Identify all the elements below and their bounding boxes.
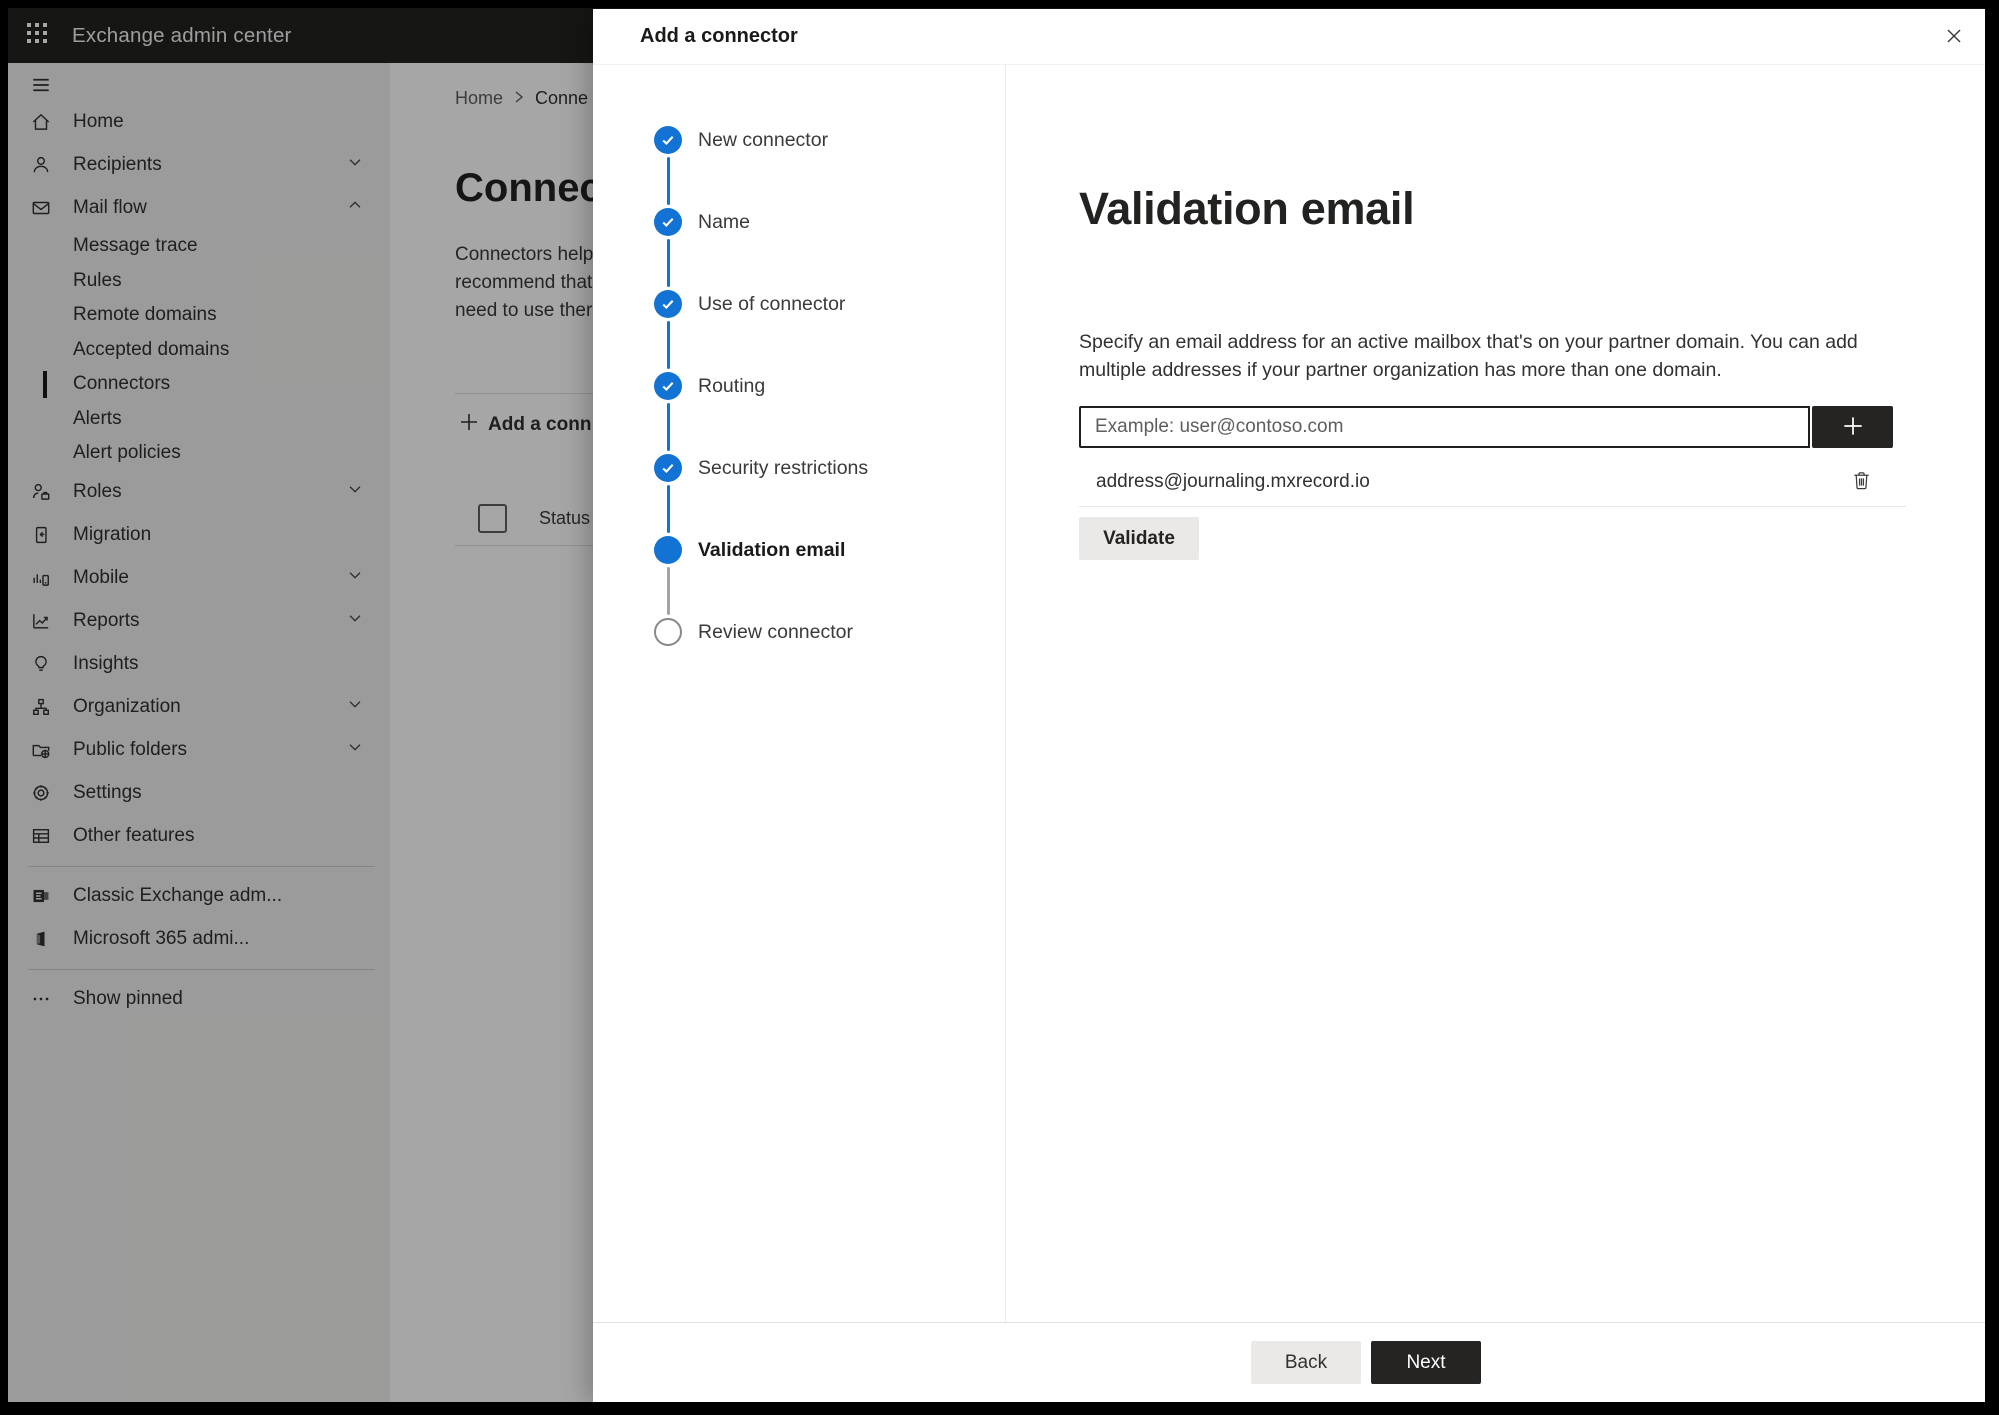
wizard-step-validation-email: Validation email <box>593 536 1005 564</box>
step-connector-line <box>666 567 670 615</box>
step-connector-line <box>666 485 670 533</box>
close-icon <box>1943 25 1965 50</box>
step-label: Use of connector <box>698 292 846 315</box>
next-button[interactable]: Next <box>1371 1341 1481 1384</box>
step-label: Name <box>698 210 751 233</box>
step-connector-line <box>666 403 670 451</box>
step-completed-icon <box>654 208 682 236</box>
add-connector-dialog: Add a connector New connector Name Use of … <box>593 9 1985 1402</box>
step-label: Validation email <box>698 538 846 561</box>
validation-email-input[interactable] <box>1079 406 1810 448</box>
address-list: address@journaling.mxrecord.io <box>1079 458 1893 506</box>
step-completed-icon <box>654 372 682 400</box>
dialog-footer: Back Next <box>593 1322 1985 1402</box>
close-button[interactable] <box>1939 22 1969 52</box>
validate-button[interactable]: Validate <box>1079 517 1199 560</box>
dialog-title: Add a connector <box>640 25 798 47</box>
back-button[interactable]: Back <box>1251 1341 1361 1384</box>
step-label: Routing <box>698 374 766 397</box>
wizard-step-new-connector: New connector <box>593 126 1005 154</box>
wizard-step-name: Name <box>593 208 1005 236</box>
address-row: address@journaling.mxrecord.io <box>1079 458 1893 506</box>
step-heading: Validation email <box>1079 183 1415 234</box>
wizard-step-review-connector: Review connector <box>593 618 1005 646</box>
step-description: Specify an email address for an active m… <box>1079 331 1858 381</box>
wizard-step-security-restrictions: Security restrictions <box>593 454 1005 482</box>
dialog-header: Add a connector <box>593 9 1985 65</box>
step-completed-icon <box>654 290 682 318</box>
divider <box>1079 506 1906 507</box>
step-upcoming-icon <box>654 618 682 646</box>
screen: Exchange admin center Home Recipients Mail… <box>8 8 1985 1402</box>
step-label: New connector <box>698 128 829 151</box>
step-completed-icon <box>654 454 682 482</box>
add-address-button[interactable] <box>1812 406 1893 448</box>
delete-address-button[interactable] <box>1848 467 1875 497</box>
step-connector-line <box>666 239 670 287</box>
wizard-steps: New connector Name Use of connector Routing… <box>593 65 1006 1322</box>
step-connector-line <box>666 321 670 369</box>
step-current-icon <box>654 536 682 564</box>
step-label: Review connector <box>698 620 853 643</box>
wizard-step-routing: Routing <box>593 372 1005 400</box>
step-completed-icon <box>654 126 682 154</box>
address-text: address@journaling.mxrecord.io <box>1096 471 1370 492</box>
step-label: Security restrictions <box>698 456 869 479</box>
dialog-content: Validation email Specify an email addres… <box>1006 65 1985 1322</box>
trash-icon <box>1850 469 1873 495</box>
wizard-step-use-of-connector: Use of connector <box>593 290 1005 318</box>
plus-icon <box>1840 413 1866 442</box>
step-connector-line <box>666 157 670 205</box>
